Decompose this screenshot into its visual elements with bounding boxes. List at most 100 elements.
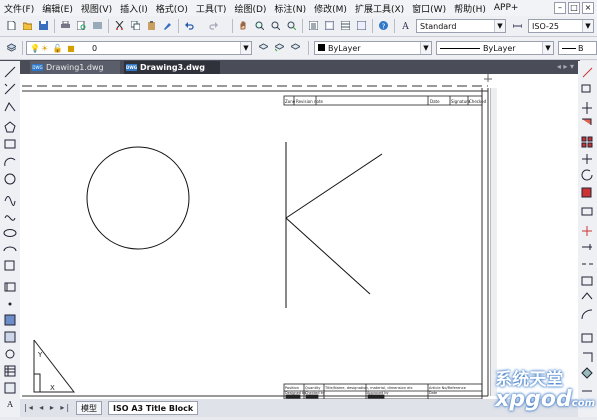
paste-button[interactable] <box>144 18 159 33</box>
layer-state-icons: 💡☀ 🔓 ■ <box>30 44 76 53</box>
menu-draw[interactable]: 绘图(D) <box>230 2 270 15</box>
copy-button[interactable] <box>128 18 143 33</box>
layer-isolate-button[interactable] <box>288 40 303 55</box>
modify-toolbar <box>578 61 597 417</box>
lineweight-select[interactable]: B <box>558 41 597 55</box>
vertical-scrollbar[interactable] <box>490 88 497 396</box>
publish-icon <box>93 22 102 29</box>
zoom-window-button[interactable] <box>268 18 283 33</box>
text-style-select[interactable]: Standard ▼ <box>416 19 506 33</box>
modify-tool-icons <box>581 67 593 392</box>
crosshair-marker <box>484 74 492 82</box>
menu-modify[interactable]: 修改(M) <box>310 2 351 15</box>
undo-button[interactable] <box>182 18 204 33</box>
standard-toolbar: ? A Standard ▼ ISO-25 ▼ <box>0 16 597 37</box>
save-button[interactable] <box>36 18 51 33</box>
dwg-file-icon: DWG <box>126 64 138 71</box>
palette-icon <box>341 21 350 30</box>
folder-icon <box>23 22 32 30</box>
properties-icon <box>309 21 318 30</box>
tab-model[interactable]: 模型 <box>76 401 102 415</box>
zoom-previous-icon <box>287 21 296 30</box>
cut-button[interactable] <box>112 18 127 33</box>
layer-isolate-icon <box>291 43 300 50</box>
ellipse-arc-icon <box>3 246 17 252</box>
menu-view[interactable]: 视图(V) <box>77 2 116 15</box>
sheet-set-button[interactable] <box>354 18 369 33</box>
layer-previous-button[interactable] <box>272 40 287 55</box>
layout-nav-arrows[interactable]: |◂ ◂ ▸ ▸| <box>24 403 71 412</box>
hand-icon <box>240 21 246 30</box>
new-file-button[interactable] <box>4 18 19 33</box>
zoom-realtime-button[interactable] <box>252 18 267 33</box>
rev-signature: Signature <box>451 99 471 104</box>
menu-app-plus[interactable]: APP+ <box>490 3 523 13</box>
rev-zone: Zone <box>285 99 296 104</box>
rotate-icon <box>581 169 593 181</box>
menu-express-tools[interactable]: 扩展工具(X) <box>351 2 408 15</box>
tab-drawing1[interactable]: DWG Drawing1.dwg <box>30 61 120 74</box>
explode-icon <box>583 352 593 362</box>
blend-icon <box>581 333 593 343</box>
mirror-icon <box>582 102 592 114</box>
plot-preview-button[interactable] <box>74 18 89 33</box>
draw-tool-icons: A <box>3 66 17 409</box>
menu-help[interactable]: 帮助(H) <box>450 2 490 15</box>
dim-style-button[interactable] <box>510 18 525 33</box>
chevron-down-icon: ▼ <box>240 42 251 54</box>
print-button[interactable] <box>58 18 73 33</box>
table-icon <box>4 365 16 377</box>
linetype-select[interactable]: ByLayer ▼ <box>436 41 554 55</box>
tab-iso-a3-title-block[interactable]: ISO A3 Title Block <box>108 401 199 415</box>
close-button[interactable]: × <box>582 2 594 14</box>
match-properties-button[interactable] <box>160 18 175 33</box>
zoom-window-icon <box>271 21 280 30</box>
drawing-canvas[interactable]: Zone Revision note Date Signature Checke… <box>20 74 578 400</box>
tool-palettes-button[interactable] <box>338 18 353 33</box>
layer-select[interactable]: 💡☀ 🔓 ■ 0 ▼ <box>26 41 252 55</box>
text-style-button[interactable]: A <box>398 18 413 33</box>
menu-tools[interactable]: 工具(T) <box>192 2 231 15</box>
color-swatch <box>318 44 325 51</box>
pan-button[interactable] <box>236 18 251 33</box>
menu-window[interactable]: 窗口(W) <box>408 2 450 15</box>
rectangle-icon <box>4 139 16 149</box>
menu-insert[interactable]: 插入(I) <box>116 2 152 15</box>
layers-toolbar: 💡☀ 🔓 ■ 0 ▼ ByLayer ▼ ByLayer ▼ B <box>0 37 597 60</box>
zoom-previous-button[interactable] <box>284 18 299 33</box>
spline-icon <box>4 215 16 221</box>
restore-button[interactable]: □ <box>568 2 580 14</box>
redo-button[interactable] <box>206 18 228 33</box>
publish-button[interactable] <box>90 18 105 33</box>
ucs-y-label: Y <box>37 351 43 359</box>
offset-icon <box>582 118 592 125</box>
tb-date: Date <box>429 391 437 395</box>
watermark: 系统天堂 xpgodcom <box>495 370 595 412</box>
menu-format[interactable]: 格式(O) <box>152 2 192 15</box>
layers-icon <box>7 43 16 52</box>
tb-checked: Checked by <box>305 391 325 395</box>
menu-file[interactable]: 文件(F) <box>0 2 38 15</box>
tab-drawing3[interactable]: DWG Drawing3.dwg <box>124 61 220 74</box>
preview-icon <box>77 21 86 30</box>
trim-icon <box>582 226 592 236</box>
make-current-layer-button[interactable] <box>256 40 271 55</box>
join-icon <box>581 276 593 286</box>
menu-edit[interactable]: 编辑(E) <box>38 2 77 15</box>
chevron-down-icon: ▼ <box>494 20 505 32</box>
menu-dimension[interactable]: 标注(N) <box>270 2 310 15</box>
insert-block-icon <box>4 260 15 271</box>
tb-approved: Approved by <box>367 391 389 395</box>
tab-scroll-arrows[interactable]: ◂ ▸ ▾ <box>557 62 574 71</box>
open-file-button[interactable] <box>20 18 35 33</box>
minimize-button[interactable]: – <box>554 2 566 14</box>
design-center-button[interactable] <box>322 18 337 33</box>
image-icon <box>4 382 16 394</box>
tb-position: Position <box>285 386 299 390</box>
properties-button[interactable] <box>306 18 321 33</box>
help-button[interactable]: ? <box>376 18 391 33</box>
rev-note: Revision note <box>296 99 324 104</box>
dim-style-select[interactable]: ISO-25 ▼ <box>528 19 594 33</box>
color-select[interactable]: ByLayer ▼ <box>314 41 432 55</box>
layer-manager-button[interactable] <box>4 40 19 55</box>
